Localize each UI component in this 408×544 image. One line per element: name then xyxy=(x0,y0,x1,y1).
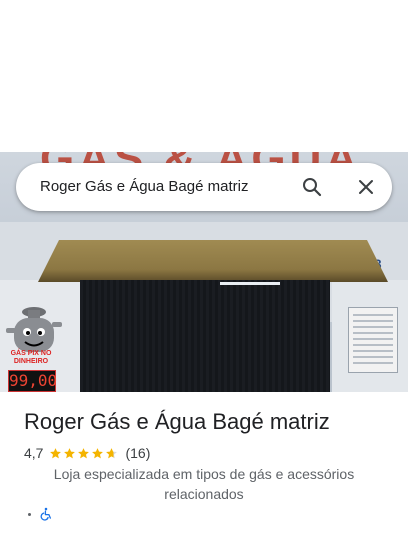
star-icon xyxy=(106,447,118,458)
awning xyxy=(38,240,388,282)
search-button[interactable] xyxy=(300,175,324,199)
rating-row[interactable]: 4,7 (16) xyxy=(24,444,150,462)
star-icon xyxy=(92,447,104,458)
search-icon xyxy=(303,178,322,197)
star-icon xyxy=(64,447,76,458)
star-icon xyxy=(78,447,90,458)
accessibility-row xyxy=(28,506,53,522)
wheelchair-icon xyxy=(40,507,52,521)
mascot-caption: GÁS PIX NO DINHEIRO xyxy=(10,350,52,365)
close-icon xyxy=(359,180,373,194)
rating-value: 4,7 xyxy=(24,445,44,461)
separator-dot xyxy=(28,512,31,516)
search-input[interactable]: Roger Gás e Água Bagé matriz xyxy=(40,163,248,211)
notice-board xyxy=(348,307,398,373)
place-title: Roger Gás e Água Bagé matriz xyxy=(24,409,330,434)
clear-search-button[interactable] xyxy=(354,175,378,199)
ceiling-light xyxy=(220,282,280,285)
star-icon xyxy=(50,447,62,458)
review-count[interactable]: (16) xyxy=(125,445,150,461)
place-category: Loja especializada em tipos de gás e ace… xyxy=(53,466,355,502)
rating-stars xyxy=(49,447,119,460)
price-display: 99,00 xyxy=(8,370,58,392)
search-bar[interactable]: Roger Gás e Água Bagé matriz xyxy=(16,163,392,211)
shop-doorway xyxy=(80,280,330,392)
